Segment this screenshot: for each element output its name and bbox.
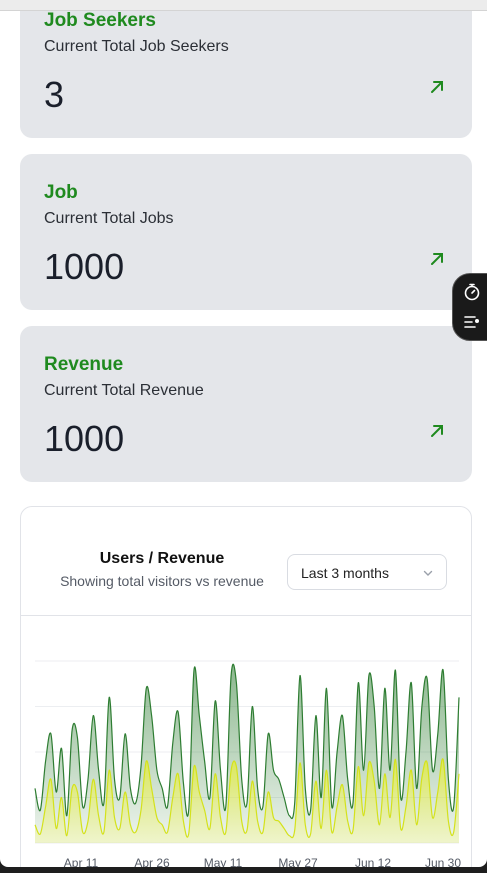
x-tick-label: Apr 11 [64, 856, 99, 867]
card-value: 1000 [44, 246, 125, 287]
arrow-up-right-icon[interactable] [428, 250, 446, 268]
card-subtitle: Current Total Revenue [44, 382, 204, 399]
x-tick-label: Jun 12 [355, 856, 391, 867]
card-title: Revenue [44, 354, 124, 375]
x-tick-label: May 27 [278, 856, 318, 867]
jobs-card[interactable]: Job Current Total Jobs 1000 [20, 154, 472, 310]
job-seekers-card[interactable]: Job Seekers Current Total Job Seekers 3 [20, 0, 472, 138]
x-tick-label: May 11 [204, 856, 243, 867]
card-value: 1000 [44, 418, 125, 459]
arrow-up-right-icon[interactable] [428, 78, 446, 96]
list-settings-icon[interactable] [462, 312, 482, 332]
arrow-up-right-icon[interactable] [428, 422, 446, 440]
page: Job Seekers Current Total Job Seekers 3 … [0, 0, 487, 867]
chart-series [34, 663, 460, 843]
floating-dock [452, 273, 487, 341]
stopwatch-icon[interactable] [462, 282, 482, 302]
revenue-card[interactable]: Revenue Current Total Revenue 1000 [20, 326, 472, 482]
x-tick-label: Jun 30 [425, 856, 461, 867]
card-value: 3 [44, 74, 65, 115]
area-chart: Apr 11 Apr 26 May 11 May 27 Jun 12 Jun 30 [34, 660, 462, 867]
x-tick-label: Apr 26 [134, 856, 170, 867]
card-subtitle: Current Total Job Seekers [44, 38, 229, 55]
browser-top-bar [0, 0, 487, 11]
card-title: Job Seekers [44, 10, 156, 31]
users-revenue-chart-card: Users / Revenue Showing total visitors v… [20, 506, 472, 867]
card-title: Job [44, 182, 78, 203]
card-subtitle: Current Total Jobs [44, 210, 174, 227]
x-axis-ticks: Apr 11 Apr 26 May 11 May 27 Jun 12 Jun 30 [64, 856, 462, 867]
